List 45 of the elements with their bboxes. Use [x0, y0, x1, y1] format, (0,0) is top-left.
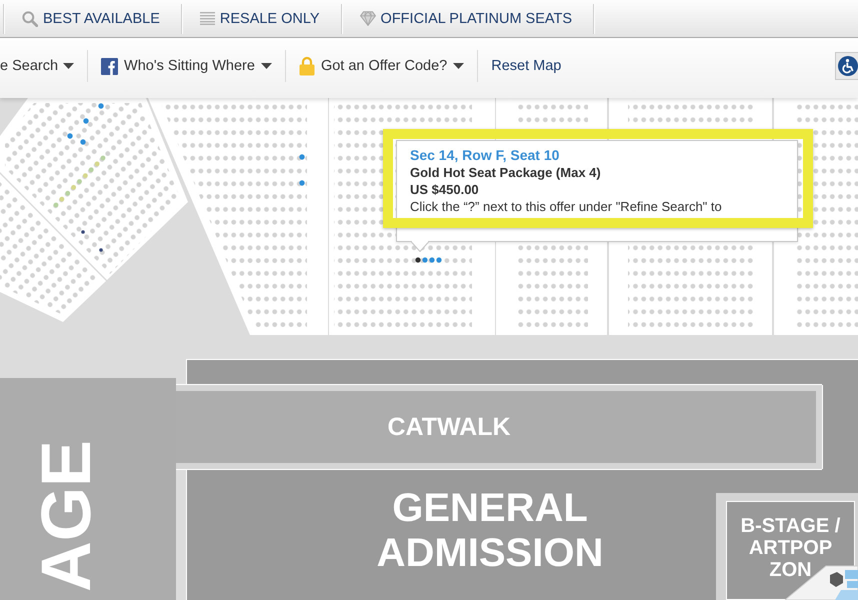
offer-note: Click the “?” next to this offer under "Refine Search" to — [410, 198, 723, 215]
filter-tab[interactable]: RESALE ONLY — [182, 0, 341, 37]
seat-dot-icon[interactable] — [99, 248, 103, 252]
caret-icon — [453, 63, 464, 69]
filter-tab[interactable]: BEST AVAILABLE — [4, 0, 181, 37]
catwalk-area: CATWALK — [176, 385, 822, 469]
seat-dot-icon[interactable] — [88, 167, 94, 172]
seat-dot-icon[interactable] — [65, 190, 70, 196]
caret-icon — [63, 63, 74, 69]
lock-icon — [298, 56, 315, 76]
seat-dot-icon[interactable] — [77, 179, 82, 184]
seat-dot-icon[interactable] — [59, 196, 64, 202]
package-name: Gold Hot Seat Package (Max 4) — [410, 164, 602, 181]
seat-dot-icon[interactable] — [299, 180, 305, 186]
seat-dot-icon[interactable] — [299, 154, 305, 160]
seat-dot-icon[interactable] — [83, 118, 89, 124]
seat-dot-icon[interactable] — [80, 139, 86, 145]
seat-dot-icon[interactable] — [415, 257, 421, 263]
seat-dot-icon[interactable] — [422, 257, 428, 263]
seat-dot-icon[interactable] — [81, 230, 85, 234]
seat-dot-icon[interactable] — [429, 257, 435, 263]
search-icon — [22, 10, 38, 26]
seat-dot-icon[interactable] — [82, 173, 88, 178]
seat-price: US $450.00 — [410, 181, 480, 198]
facebook-icon — [101, 58, 118, 74]
filter-tab[interactable]: OFFICIAL PLATINUM SEATS — [342, 0, 594, 37]
seat-dot-icon[interactable] — [94, 161, 100, 166]
toolbar-dropdown[interactable]: e Search — [0, 49, 88, 83]
seat-dot-icon[interactable] — [100, 156, 106, 160]
caret-icon — [260, 63, 272, 69]
seat-dot-icon[interactable] — [54, 202, 58, 208]
seat-dot-icon[interactable] — [67, 133, 73, 139]
seat-location: Sec 14, Row F, Seat 10 — [410, 147, 560, 164]
floor-label: GENERAL ADMISSION — [376, 486, 604, 576]
seat-dot-icon[interactable] — [71, 184, 76, 190]
stage-label: AGE — [31, 440, 101, 592]
accessibility-button[interactable] — [835, 52, 858, 80]
toolbar-link[interactable]: Reset Map — [478, 49, 574, 83]
diamond-icon — [360, 11, 376, 26]
toolbar-dropdown[interactable]: Got an Offer Code? — [286, 49, 478, 83]
wheelchair-icon — [838, 56, 858, 76]
list-icon — [200, 12, 215, 25]
seat-dot-icon[interactable] — [98, 103, 104, 109]
toolbar-dropdown[interactable]: Who's Sitting Where — [88, 49, 285, 83]
seat-dot-icon[interactable] — [436, 257, 442, 263]
